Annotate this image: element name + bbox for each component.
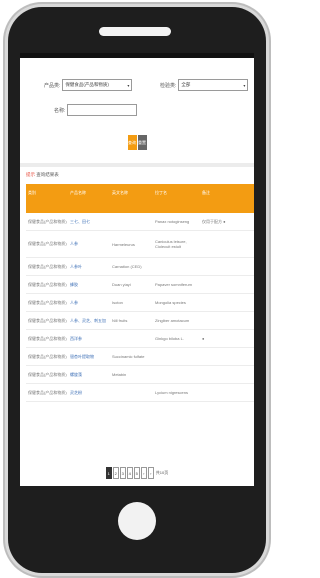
- cell-product-link[interactable]: 人参: [68, 241, 110, 247]
- cell-product-link[interactable]: 螺旋藻: [68, 372, 110, 378]
- field1-select[interactable]: 保健食品(产品和物质) ▾: [62, 79, 133, 91]
- phone-frame: 产品类: 保健食品(产品和物质) ▾ 检验类: 全部 ▾ 名称: 查询 重置 提…: [8, 7, 266, 573]
- field3-row: 名称:: [54, 104, 138, 116]
- header-cell: 产品名称: [70, 190, 86, 195]
- cell-latin: Panax notoginseng: [155, 219, 190, 224]
- cell-note: 仅用于配方 ●: [202, 218, 226, 224]
- cell-product-link[interactable]: 人参、灵芝、刺五加: [68, 318, 110, 324]
- field3-label: 名称:: [54, 107, 66, 114]
- chevron-down-icon: ▾: [243, 83, 246, 88]
- cell-category: 保健食品(产品和物质): [28, 218, 67, 224]
- cell-english: Metabin: [112, 372, 127, 377]
- next-page-button[interactable]: ›: [140, 467, 147, 479]
- header-cell: 类别: [28, 190, 36, 195]
- results-accent: 提示: [26, 172, 35, 177]
- cell-latin: Lycium nigrescens: [155, 390, 188, 395]
- field2-value: 全部: [181, 82, 191, 87]
- results-title: 提示 查询结果表: [26, 172, 59, 178]
- cell-english: Harmeleurus: [112, 241, 135, 247]
- table-row[interactable]: 保健食品(产品和物质) 螺旋藻 Metabin: [26, 366, 254, 384]
- cell-category: 保健食品(产品和物质): [28, 263, 67, 269]
- cell-category: 保健食品(产品和物质): [28, 353, 67, 359]
- phone-screen: 产品类: 保健食品(产品和物质) ▾ 检验类: 全部 ▾ 名称: 查询 重置 提…: [20, 53, 254, 486]
- section-divider: [20, 163, 254, 167]
- results-table: 类别 产品名称 英文名称 拉丁名 备注 保健食品(产品和物质) 三七、田七 Pa…: [26, 184, 254, 402]
- field1-label: 产品类:: [44, 82, 61, 89]
- field1-row: 产品类: 保健食品(产品和物质) ▾: [44, 79, 133, 91]
- cell-product-link[interactable]: 人参叶: [68, 264, 110, 270]
- header-cell: 备注: [202, 190, 210, 195]
- cell-category: 保健食品(产品和物质): [28, 299, 67, 305]
- cell-latin: Zingiber amotacum: [155, 318, 190, 323]
- cell-category: 保健食品(产品和物质): [28, 335, 67, 341]
- cell-note: ●: [202, 336, 205, 341]
- cell-latin: Mongolia species: [155, 300, 186, 305]
- cell-category: 保健食品(产品和物质): [28, 389, 67, 395]
- table-row[interactable]: 保健食品(产品和物质) 人参 Harmeleurus Caniculus lei…: [26, 231, 254, 258]
- page-button[interactable]: 2: [112, 467, 119, 479]
- cell-category: 保健食品(产品和物质): [28, 281, 67, 287]
- cell-english: Carnation (CED): [112, 264, 142, 269]
- table-row[interactable]: 保健食品(产品和物质) 蜂胶 Duan yiayi Papaver somnif…: [26, 276, 254, 294]
- pagination: 1 2 3 4 5 › › 共10页: [20, 467, 254, 479]
- cell-product-link[interactable]: 三七、田七: [68, 219, 110, 225]
- field2-row: 检验类: 全部 ▾: [160, 79, 249, 91]
- chevron-down-icon: ▾: [127, 83, 130, 88]
- query-button[interactable]: 查询: [127, 135, 137, 150]
- name-input[interactable]: [67, 104, 138, 116]
- page-button[interactable]: 4: [126, 467, 133, 479]
- page-button[interactable]: 3: [119, 467, 126, 479]
- home-button[interactable]: [118, 502, 156, 540]
- table-header: 类别 产品名称 英文名称 拉丁名 备注: [26, 184, 254, 213]
- cell-english: Succinamic fulfate: [112, 354, 145, 359]
- page-button[interactable]: 1: [105, 467, 112, 479]
- cell-english: Isoton: [112, 300, 123, 305]
- cell-latin: Caniculus leisure, Ciolecuit estult: [155, 239, 187, 249]
- total-pages-label: 共10页: [155, 470, 169, 475]
- results-title-text: 查询结果表: [36, 172, 59, 177]
- table-row[interactable]: 保健食品(产品和物质) 灵芝粉 Lycium nigrescens: [26, 384, 254, 402]
- field2-label: 检验类:: [160, 82, 177, 89]
- cell-english: Nill fruits: [112, 318, 128, 323]
- cell-latin: Papaver somniferum: [155, 282, 192, 287]
- table-row[interactable]: 保健食品(产品和物质) 西洋参 Ginkgo biloba L. ●: [26, 330, 254, 348]
- status-bar: [20, 53, 254, 58]
- cell-product-link[interactable]: 蜂胶: [68, 282, 110, 288]
- page-button[interactable]: 5: [133, 467, 140, 479]
- cell-product-link[interactable]: 人参: [68, 300, 110, 306]
- cell-product-link[interactable]: 灵芝粉: [68, 390, 110, 396]
- table-row[interactable]: 保健食品(产品和物质) 银杏叶提取物 Succinamic fulfate: [26, 348, 254, 366]
- speaker-slot: [99, 27, 171, 36]
- reset-button[interactable]: 重置: [137, 135, 147, 150]
- cell-latin: Ginkgo biloba L.: [155, 336, 184, 341]
- table-row[interactable]: 保健食品(产品和物质) 人参、灵芝、刺五加 Nill fruits Zingib…: [26, 312, 254, 330]
- cell-category: 保健食品(产品和物质): [28, 241, 67, 246]
- table-row[interactable]: 保健食品(产品和物质) 人参叶 Carnation (CED): [26, 258, 254, 276]
- form-buttons: 查询 重置: [20, 135, 254, 150]
- header-cell: 拉丁名: [155, 190, 167, 195]
- field2-select[interactable]: 全部 ▾: [178, 79, 249, 91]
- table-row[interactable]: 保健食品(产品和物质) 三七、田七 Panax notoginseng 仅用于配…: [26, 213, 254, 231]
- cell-product-link[interactable]: 银杏叶提取物: [68, 354, 110, 360]
- last-page-button[interactable]: ›: [147, 467, 154, 479]
- header-cell: 英文名称: [112, 190, 128, 195]
- table-row[interactable]: 保健食品(产品和物质) 人参 Isoton Mongolia species: [26, 294, 254, 312]
- cell-category: 保健食品(产品和物质): [28, 371, 67, 377]
- cell-english: Duan yiayi: [112, 282, 131, 287]
- cell-category: 保健食品(产品和物质): [28, 317, 67, 323]
- cell-product-link[interactable]: 西洋参: [68, 336, 110, 342]
- field1-value: 保健食品(产品和物质): [65, 82, 109, 87]
